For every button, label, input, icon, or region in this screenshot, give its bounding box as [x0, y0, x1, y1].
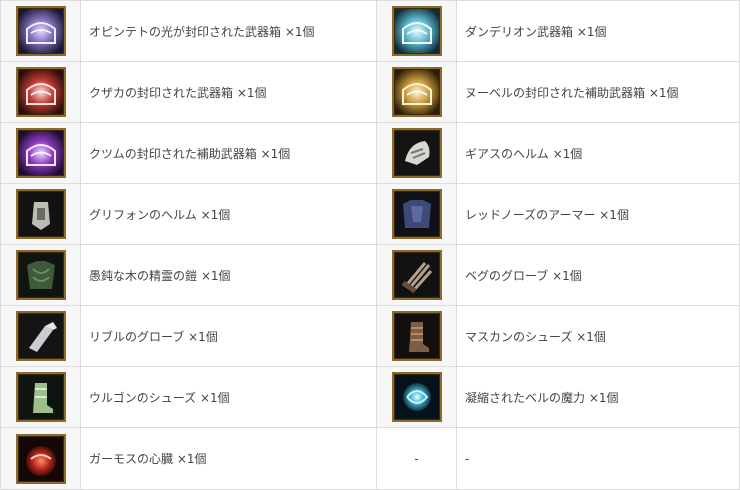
table-row: 愚鈍な木の精霊の鎧 ×1個 ベグのグローブ ×1個 — [1, 245, 740, 306]
claw-glove-icon[interactable] — [391, 250, 442, 300]
item-label: オピンテトの光が封印された武器箱 ×1個 — [81, 1, 377, 61]
item-icon-cell — [377, 367, 457, 427]
item-label: マスカンのシューズ ×1個 — [457, 306, 740, 366]
cyan-chest-icon[interactable] — [391, 6, 442, 56]
bone-helm-icon[interactable] — [391, 128, 442, 178]
item-icon-cell — [377, 306, 457, 366]
table-row: クツムの封印された補助武器箱 ×1個 ギアスのヘルム ×1個 — [1, 123, 740, 184]
blue-armor-icon[interactable] — [391, 189, 442, 239]
empty-placeholder: - — [414, 451, 419, 466]
item-label: 愚鈍な木の精霊の鎧 ×1個 — [81, 245, 377, 305]
item-icon-cell — [1, 306, 81, 366]
item-label: クツムの封印された補助武器箱 ×1個 — [81, 123, 377, 183]
item-icon-cell — [1, 184, 81, 244]
item-label: ウルゴンのシューズ ×1個 — [81, 367, 377, 427]
table-row: グリフォンのヘルム ×1個 レッドノーズのアーマー ×1個 — [1, 184, 740, 245]
red-chest-icon[interactable] — [15, 67, 66, 117]
gold-chest-icon[interactable] — [391, 67, 442, 117]
item-label: リブルのグローブ ×1個 — [81, 306, 377, 366]
item-icon-cell — [1, 245, 81, 305]
violet-chest-icon[interactable] — [15, 128, 66, 178]
item-icon-cell — [1, 428, 81, 489]
item-icon-cell — [1, 1, 81, 61]
item-label: - — [457, 428, 740, 489]
item-icon-cell — [1, 123, 81, 183]
silver-glove-icon[interactable] — [15, 311, 66, 361]
item-label: ベグのグローブ ×1個 — [457, 245, 740, 305]
item-label: レッドノーズのアーマー ×1個 — [457, 184, 740, 244]
leather-boots-icon[interactable] — [391, 311, 442, 361]
red-heart-icon[interactable] — [15, 433, 66, 484]
table-row: クザカの封印された武器箱 ×1個 ヌーベルの封印された補助武器箱 ×1個 — [1, 62, 740, 123]
item-icon-cell — [377, 245, 457, 305]
table-row: ウルゴンのシューズ ×1個 凝縮されたベルの魔力 ×1個 — [1, 367, 740, 428]
item-icon-cell — [377, 62, 457, 122]
green-armor-icon[interactable] — [15, 250, 66, 300]
item-label: ヌーベルの封印された補助武器箱 ×1個 — [457, 62, 740, 122]
green-boots-icon[interactable] — [15, 372, 66, 422]
item-icon-cell: - — [377, 428, 457, 489]
reward-item-table: オピンテトの光が封印された武器箱 ×1個 ダンデリオン武器箱 ×1個 クザカの封… — [0, 0, 740, 490]
table-row: ガーモスの心臓 ×1個 - - — [1, 428, 740, 490]
item-label: ダンデリオン武器箱 ×1個 — [457, 1, 740, 61]
item-icon-cell — [377, 1, 457, 61]
item-icon-cell — [377, 184, 457, 244]
item-label: 凝縮されたベルの魔力 ×1個 — [457, 367, 740, 427]
griffon-helm-icon[interactable] — [15, 189, 66, 239]
item-label: ギアスのヘルム ×1個 — [457, 123, 740, 183]
item-label: クザカの封印された武器箱 ×1個 — [81, 62, 377, 122]
item-icon-cell — [377, 123, 457, 183]
item-icon-cell — [1, 367, 81, 427]
item-label: グリフォンのヘルム ×1個 — [81, 184, 377, 244]
purple-chest-icon[interactable] — [15, 6, 66, 56]
item-label: ガーモスの心臓 ×1個 — [81, 428, 377, 489]
table-row: オピンテトの光が封印された武器箱 ×1個 ダンデリオン武器箱 ×1個 — [1, 1, 740, 62]
table-row: リブルのグローブ ×1個 マスカンのシューズ ×1個 — [1, 306, 740, 367]
item-icon-cell — [1, 62, 81, 122]
blue-orb-icon[interactable] — [391, 372, 442, 422]
